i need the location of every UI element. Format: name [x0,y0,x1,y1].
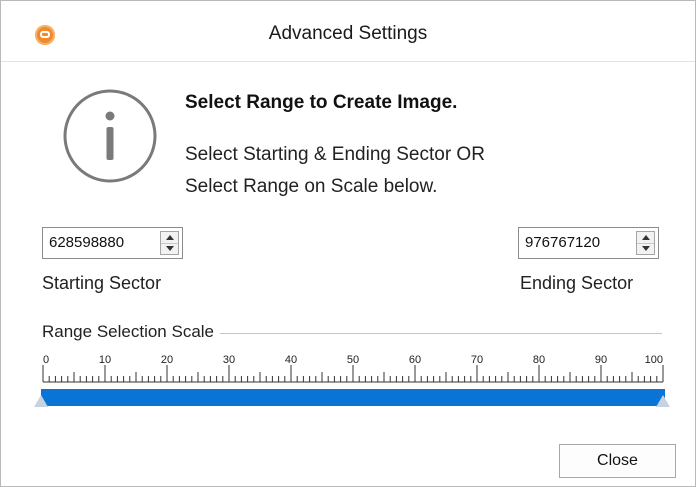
scale-tick-label: 70 [471,354,483,366]
scale-tick-label: 100 [645,354,663,366]
starting-sector-decrement-button[interactable] [161,243,178,254]
instruction-line-1: Select Starting & Ending Sector OR [185,144,485,165]
ending-sector-label: Ending Sector [520,273,634,293]
range-selection-scale-title: Range Selection Scale [42,322,221,342]
ending-sector-input[interactable]: 976767120 [525,234,600,251]
range-selection-track[interactable] [41,389,665,406]
scale-tick-label: 40 [285,354,297,366]
scale-tick-label: 0 [43,354,49,366]
scale-tick-label: 90 [595,354,607,366]
title-bar: Advanced Settings [1,1,695,62]
scale-tick-label: 10 [99,354,111,366]
range-scale-ruler: 0 10 20 30 40 50 60 70 80 90 100 [42,354,664,383]
arrow-down-icon [642,246,650,251]
arrow-up-icon [166,235,174,240]
starting-sector-stepper[interactable] [160,231,179,255]
scale-tick-label: 80 [533,354,545,366]
ending-sector-decrement-button[interactable] [637,243,654,254]
scale-tick-label: 60 [409,354,421,366]
arrow-up-icon [642,235,650,240]
starting-sector-spinbox[interactable]: 628598880 [42,227,183,259]
dialog-heading: Select Range to Create Image. [185,92,458,113]
scale-tick-label: 50 [347,354,359,366]
scale-tick-label: 20 [161,354,173,366]
starting-sector-input[interactable]: 628598880 [49,234,124,251]
instruction-line-2: Select Range on Scale below. [185,176,438,197]
range-start-handle[interactable] [34,395,48,407]
starting-sector-label: Starting Sector [42,273,162,293]
scale-tick-label: 30 [223,354,235,366]
advanced-settings-dialog: Advanced Settings Select Range to Create… [0,0,696,487]
close-button[interactable]: Close [559,444,676,478]
arrow-down-icon [166,246,174,251]
info-icon [63,89,157,183]
ending-sector-spinbox[interactable]: 976767120 [518,227,659,259]
ending-sector-stepper[interactable] [636,231,655,255]
range-end-handle[interactable] [656,395,670,407]
dialog-title: Advanced Settings [268,23,428,44]
